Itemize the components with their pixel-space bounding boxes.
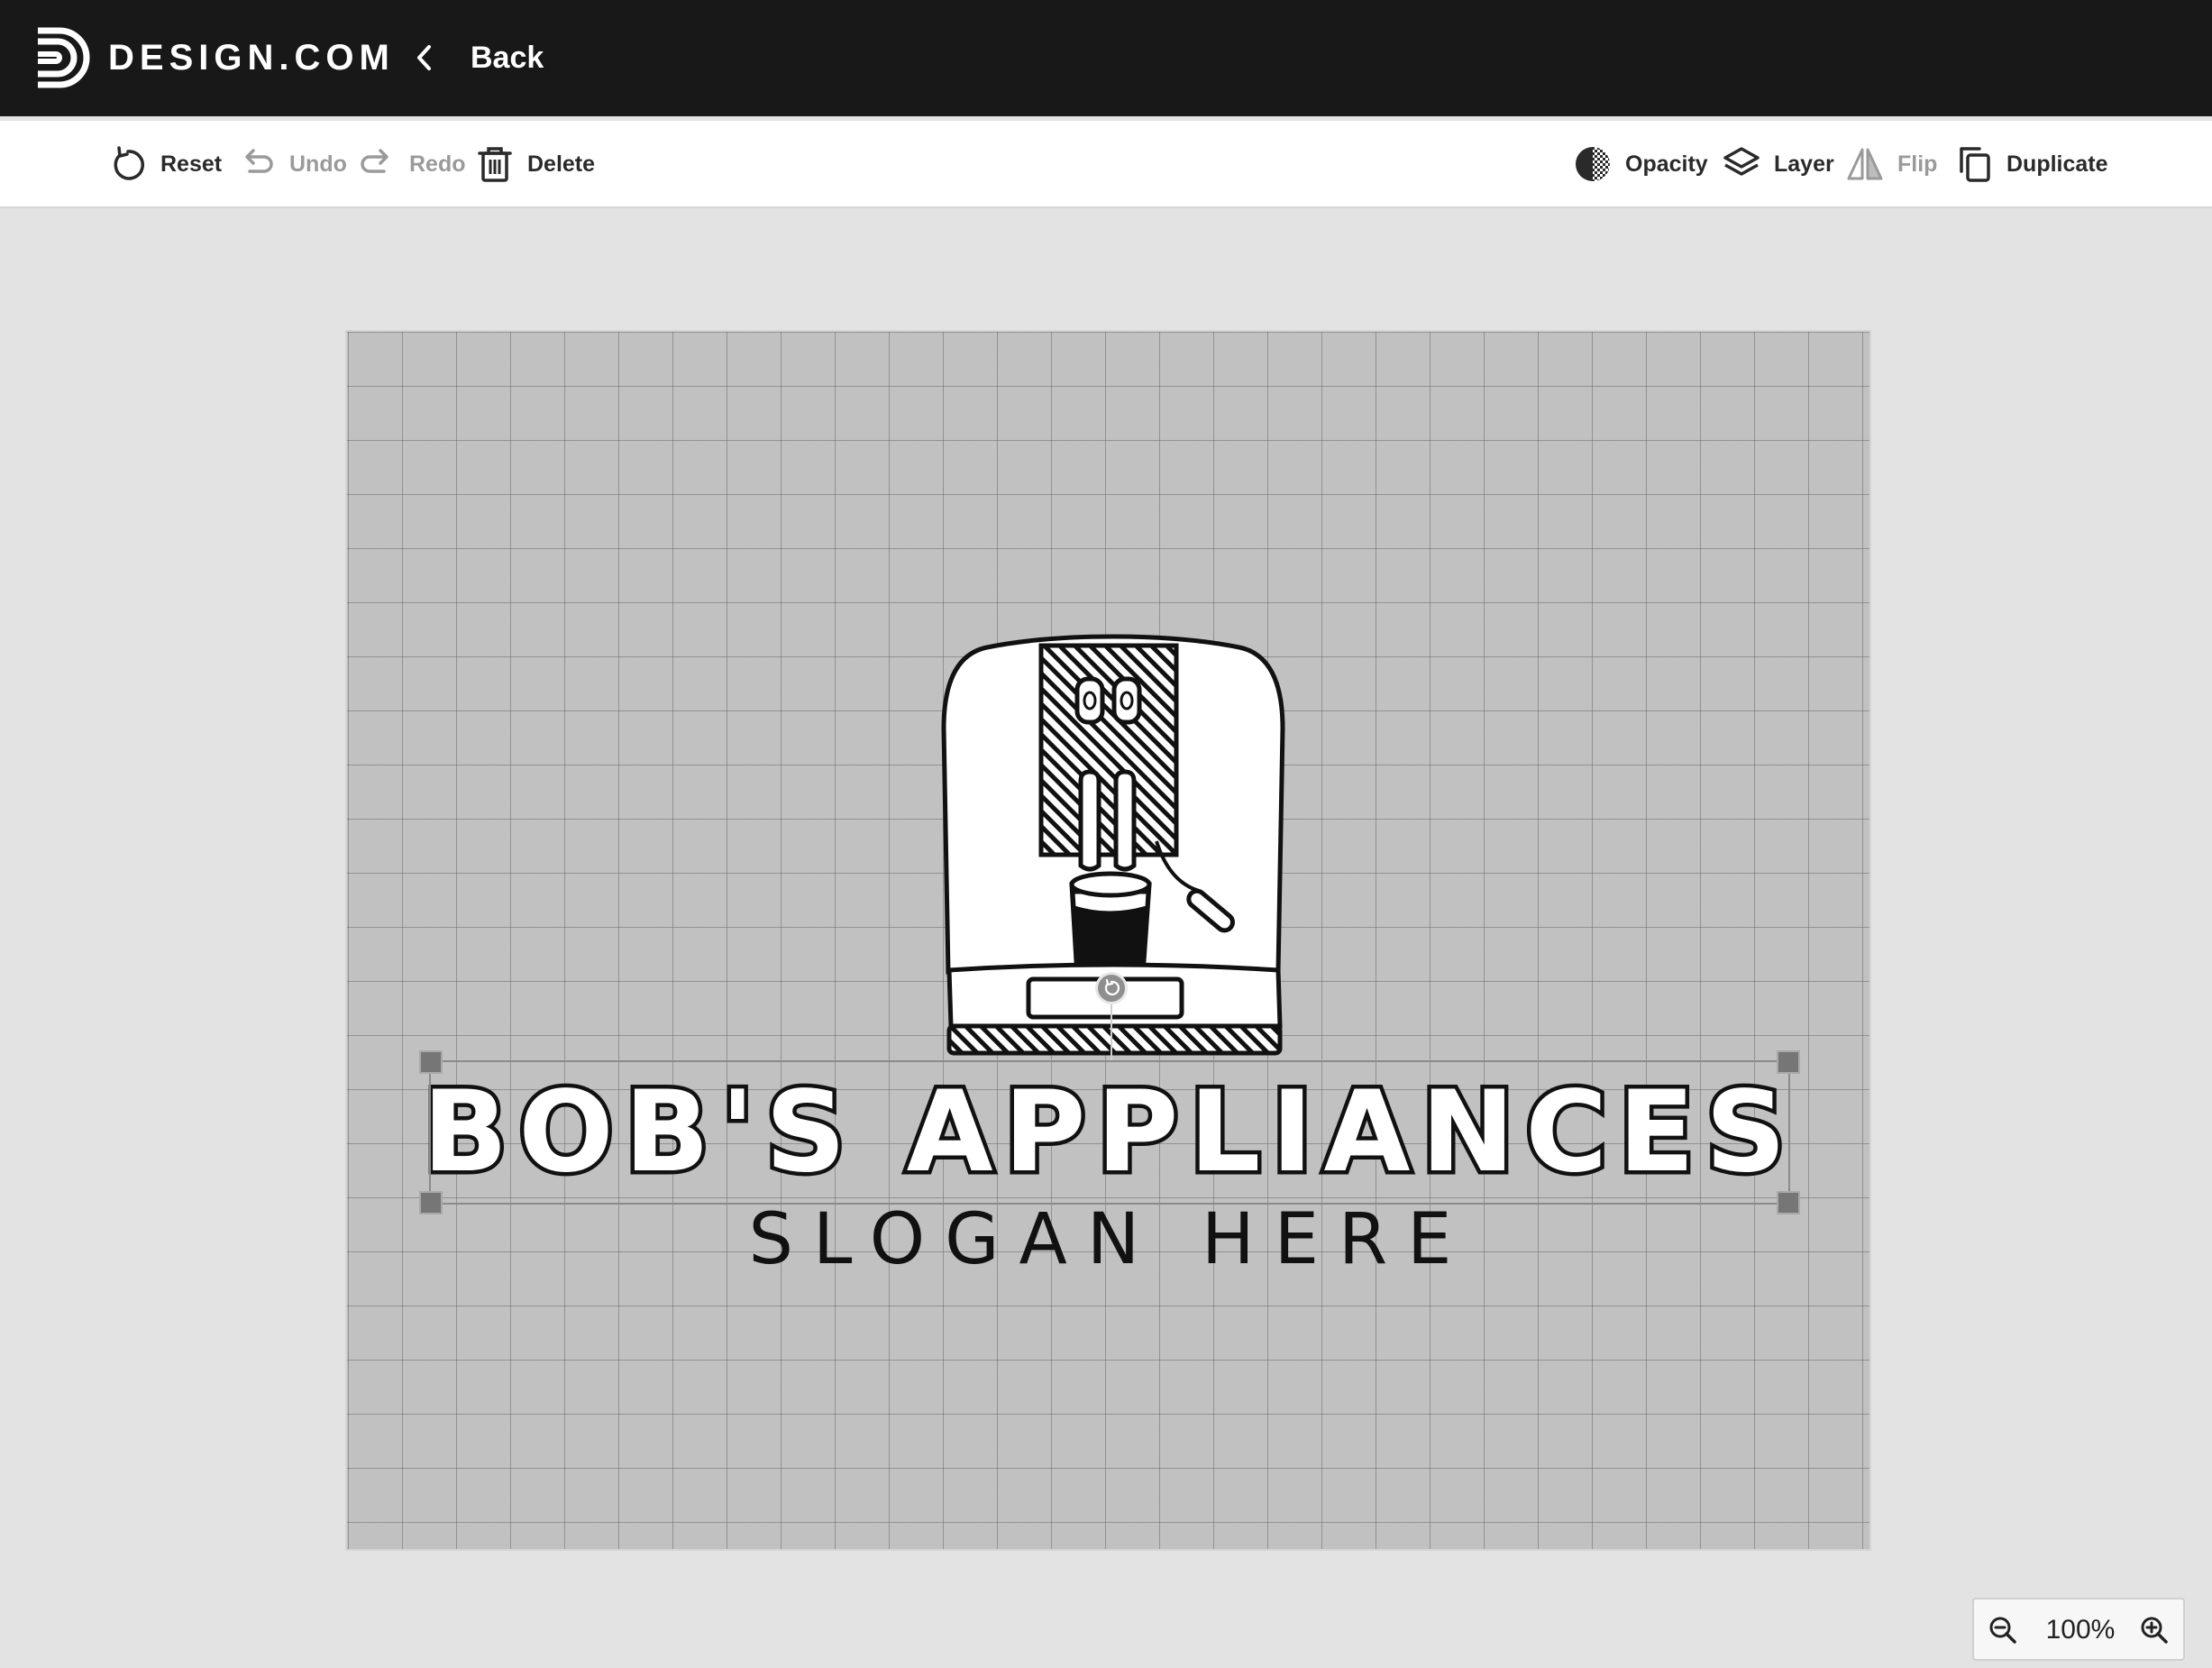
delete-label: Delete [527, 151, 596, 177]
zoom-control: 100% [1972, 1598, 2185, 1661]
opacity-button[interactable]: Opacity [1573, 141, 1708, 188]
zoom-in-icon[interactable] [2138, 1614, 2171, 1646]
resize-handle-top-right[interactable] [1777, 1050, 1800, 1074]
redo-button[interactable]: Redo [357, 141, 466, 188]
delete-button[interactable]: Delete [475, 141, 595, 188]
design-com-logo-icon[interactable] [31, 25, 90, 90]
layers-icon [1723, 147, 1760, 176]
rotate-connector-line [1111, 1004, 1112, 1061]
slogan-text[interactable]: SLOGAN HERE [347, 1199, 1873, 1280]
zoom-level: 100% [2045, 1615, 2116, 1645]
back-button[interactable]: Back [411, 34, 544, 81]
redo-icon [361, 149, 388, 173]
undo-icon [245, 149, 273, 173]
reset-button[interactable]: Reset [108, 141, 222, 188]
brand-name[interactable]: DESIGN.COM [108, 34, 395, 81]
selection-box [419, 1050, 1800, 1214]
trash-icon [478, 147, 512, 182]
reset-icon [114, 146, 144, 180]
back-label: Back [471, 40, 544, 75]
editor-toolbar: Reset Undo Redo Delete Opacity Layer Fli… [0, 121, 2212, 208]
layer-label: Layer [1774, 151, 1834, 177]
top-navigation-bar: DESIGN.COM Back [0, 0, 2212, 116]
zoom-out-icon[interactable] [1987, 1614, 2019, 1646]
undo-button[interactable]: Undo [237, 141, 347, 188]
rotate-icon [1104, 979, 1120, 995]
layer-button[interactable]: Layer [1722, 141, 1834, 188]
resize-handle-top-left[interactable] [419, 1050, 443, 1074]
rotate-handle[interactable] [1095, 972, 1128, 1004]
duplicate-icon [1960, 147, 1990, 182]
flip-button[interactable]: Flip [1845, 141, 1937, 188]
duplicate-button[interactable]: Duplicate [1954, 141, 2108, 188]
opacity-label: Opacity [1625, 151, 1708, 177]
flip-label: Flip [1897, 151, 1938, 177]
reset-label: Reset [160, 151, 223, 177]
undo-label: Undo [289, 151, 347, 177]
flip-icon [1847, 148, 1883, 180]
opacity-icon [1576, 147, 1610, 181]
design-canvas[interactable]: BOB'S APPLIANCES SLOGAN HERE [345, 330, 1871, 1551]
duplicate-label: Duplicate [2006, 151, 2108, 177]
redo-label: Redo [409, 151, 466, 177]
chevron-left-icon [417, 45, 431, 70]
